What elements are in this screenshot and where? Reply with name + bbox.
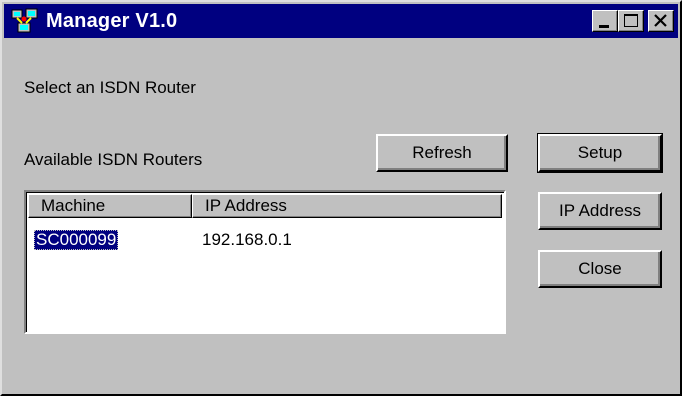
row-ip-cell[interactable]: 192.168.0.1 — [202, 230, 292, 250]
close-button[interactable] — [648, 10, 674, 32]
router-list[interactable]: Machine IP Address SC000099 192.168.0.1 — [24, 190, 506, 334]
row-machine-cell[interactable]: SC000099 — [34, 230, 119, 250]
available-routers-label: Available ISDN Routers — [24, 150, 203, 169]
maximize-button[interactable] — [618, 10, 644, 32]
close-icon — [654, 14, 667, 27]
close-dialog-button[interactable]: Close — [538, 250, 662, 288]
minimize-button[interactable] — [592, 10, 618, 32]
column-header-machine[interactable]: Machine — [28, 194, 192, 218]
setup-button[interactable]: Setup — [537, 133, 663, 173]
title-bar[interactable]: Manager V1.0 — [4, 4, 678, 38]
manager-window: Manager V1.0 Select an ISDN Router Avail… — [0, 0, 682, 396]
column-header-ip-address[interactable]: IP Address — [192, 194, 502, 218]
window-title: Manager V1.0 — [46, 10, 178, 32]
select-router-label: Select an ISDN Router — [24, 78, 196, 97]
maximize-icon — [624, 14, 638, 27]
ip-address-button[interactable]: IP Address — [538, 192, 662, 230]
minimize-icon — [599, 25, 609, 28]
refresh-button[interactable]: Refresh — [376, 134, 508, 172]
network-app-icon — [11, 8, 38, 33]
